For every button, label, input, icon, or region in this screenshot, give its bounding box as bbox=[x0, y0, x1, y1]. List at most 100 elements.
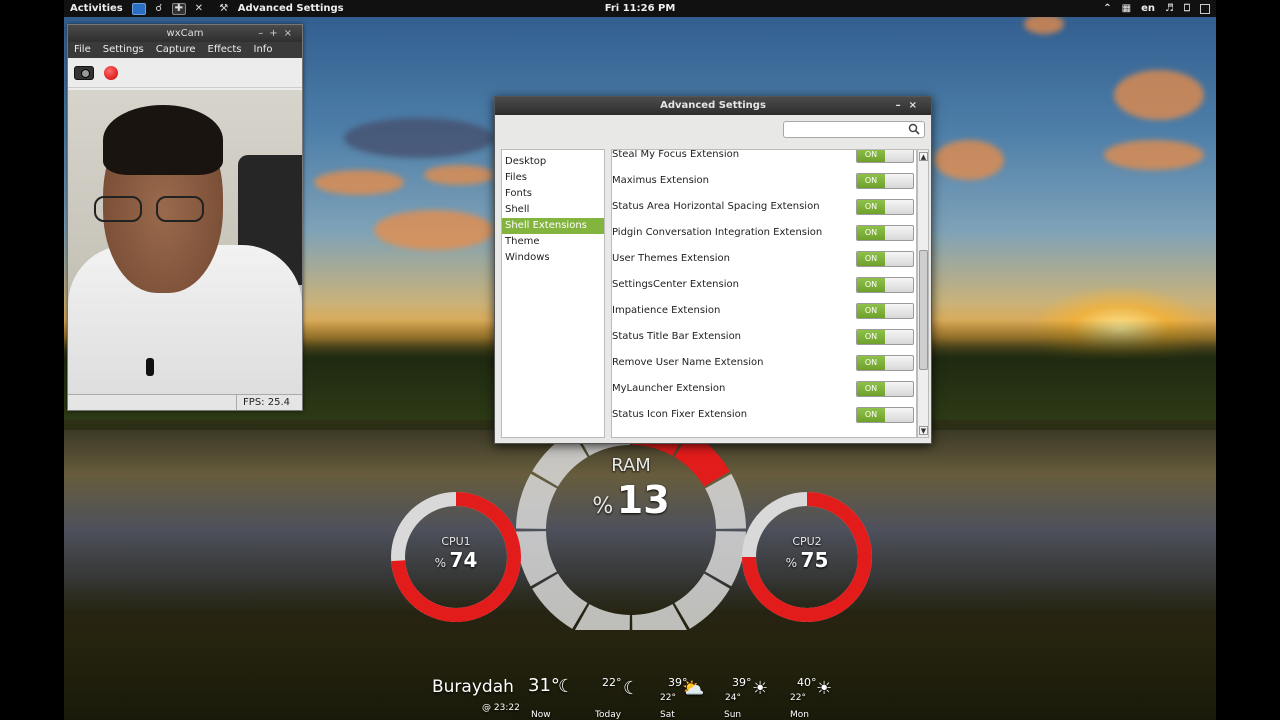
sidebar-item-fonts[interactable]: Fonts bbox=[502, 186, 604, 202]
extension-name: User Themes Extension bbox=[612, 253, 730, 264]
ram-gauge-segment bbox=[516, 473, 558, 530]
menu-capture[interactable]: Capture bbox=[156, 42, 196, 58]
keyboard-layout[interactable]: en bbox=[1141, 3, 1155, 14]
close-icon[interactable]: ✕ bbox=[192, 3, 206, 15]
scroll-down-arrow-icon[interactable]: ▼ bbox=[919, 426, 928, 435]
wxcam-titlebar[interactable]: wxCam –+× bbox=[68, 25, 302, 42]
switch-on-label: ON bbox=[857, 174, 885, 188]
monitor-icon[interactable] bbox=[131, 2, 146, 15]
extension-name: Steal My Focus Extension bbox=[612, 149, 740, 160]
folder-icon[interactable]: ▦ bbox=[1122, 3, 1131, 14]
ram-gauge-segment bbox=[673, 431, 730, 488]
extension-toggle-switch[interactable]: ON bbox=[856, 150, 914, 163]
chevron-up-icon[interactable]: ⌃ bbox=[1103, 3, 1111, 14]
webcam-preview bbox=[68, 90, 302, 394]
cpu1-gauge bbox=[391, 492, 521, 622]
partly-cloudy-icon: ⛅ bbox=[682, 678, 705, 699]
wxcam-statusbar: FPS: 25.4 bbox=[68, 394, 302, 410]
extension-row: User Themes Extension ON bbox=[612, 247, 916, 273]
settings-sidebar: Desktop Files Fonts Shell Shell Extensio… bbox=[501, 149, 605, 438]
network-icon[interactable]: ⎕ bbox=[1184, 3, 1190, 14]
extensions-scrollbar[interactable]: ▲ ▼ bbox=[917, 149, 929, 438]
day-mon-label: Mon bbox=[790, 710, 809, 720]
volume-icon[interactable]: ♬ bbox=[1165, 3, 1174, 14]
extension-name: Status Area Horizontal Spacing Extension bbox=[612, 201, 820, 212]
switch-on-label: ON bbox=[857, 330, 885, 344]
menu-effects[interactable]: Effects bbox=[208, 42, 242, 58]
ram-gauge-segment bbox=[575, 603, 631, 630]
minimize-icon[interactable]: – bbox=[896, 100, 909, 111]
extension-row: Maximus Extension ON bbox=[612, 169, 916, 195]
extension-name: Maximus Extension bbox=[612, 175, 710, 186]
cpu2-gauge bbox=[742, 492, 872, 622]
extension-row: Status Icon Fixer Extension ON bbox=[612, 403, 916, 429]
moon-icon: ☾ bbox=[623, 678, 640, 699]
record-icon[interactable] bbox=[104, 65, 118, 80]
sidebar-item-theme[interactable]: Theme bbox=[502, 234, 604, 250]
ram-gauge-segment bbox=[532, 431, 589, 488]
extension-name: Status Title Bar Extension bbox=[612, 331, 742, 342]
clock[interactable]: Fri 11:26 PM bbox=[605, 3, 676, 14]
sidebar-item-desktop[interactable]: Desktop bbox=[502, 154, 604, 170]
extension-row: MyLauncher Extension ON bbox=[612, 377, 916, 403]
weather-city: Buraydah bbox=[432, 677, 514, 697]
snapshot-camera-icon[interactable] bbox=[74, 65, 94, 80]
extension-row: Status Area Horizontal Spacing Extension… bbox=[612, 195, 916, 221]
search-input[interactable] bbox=[783, 121, 925, 138]
extension-toggle-switch[interactable]: ON bbox=[856, 251, 914, 267]
extension-name: Impatience Extension bbox=[612, 305, 721, 316]
extension-row: Steal My Focus Extension ON bbox=[612, 149, 916, 169]
sidebar-item-shell-extensions[interactable]: Shell Extensions bbox=[502, 218, 604, 234]
day-now-label: Now bbox=[531, 710, 551, 720]
weather-updated: @ 23:22 bbox=[482, 703, 520, 713]
sidebar-item-files[interactable]: Files bbox=[502, 170, 604, 186]
advanced-settings-title: Advanced Settings bbox=[660, 100, 766, 111]
maximize-icon[interactable]: + bbox=[269, 28, 283, 39]
extension-toggle-switch[interactable]: ON bbox=[856, 277, 914, 293]
sidebar-item-windows[interactable]: Windows bbox=[502, 250, 604, 266]
extension-toggle-switch[interactable]: ON bbox=[856, 225, 914, 241]
ram-gauge-segment bbox=[631, 603, 687, 630]
extension-row: SettingsCenter Extension ON bbox=[612, 273, 916, 299]
day-sun-low: 24° bbox=[725, 693, 741, 703]
menu-settings[interactable]: Settings bbox=[103, 42, 144, 58]
switch-on-label: ON bbox=[857, 382, 885, 396]
focused-app-name[interactable]: Advanced Settings bbox=[238, 3, 344, 14]
activities-button[interactable]: Activities bbox=[64, 3, 129, 14]
sun-icon: ☀ bbox=[816, 678, 833, 699]
sun-icon: ☀ bbox=[752, 678, 769, 699]
user-menu-icon[interactable] bbox=[1200, 3, 1210, 14]
extension-toggle-switch[interactable]: ON bbox=[856, 303, 914, 319]
extension-toggle-switch[interactable]: ON bbox=[856, 329, 914, 345]
wxcam-title: wxCam bbox=[166, 28, 204, 39]
weather-now-temp: 31° bbox=[528, 675, 560, 696]
close-icon[interactable]: × bbox=[909, 100, 925, 111]
extension-toggle-switch[interactable]: ON bbox=[856, 407, 914, 423]
advanced-settings-titlebar[interactable]: Advanced Settings –× bbox=[495, 97, 931, 115]
ram-gauge-segment bbox=[704, 473, 746, 530]
extension-toggle-switch[interactable]: ON bbox=[856, 173, 914, 189]
extension-toggle-switch[interactable]: ON bbox=[856, 355, 914, 371]
ram-gauge-segment bbox=[516, 530, 558, 587]
day-sun-high: 39° bbox=[732, 676, 752, 689]
scroll-up-arrow-icon[interactable]: ▲ bbox=[919, 152, 928, 161]
menu-file[interactable]: File bbox=[74, 42, 91, 58]
day-sat-label: Sat bbox=[660, 710, 675, 720]
sidebar-item-shell[interactable]: Shell bbox=[502, 202, 604, 218]
minimize-icon[interactable]: – bbox=[258, 28, 269, 39]
switch-on-label: ON bbox=[857, 226, 885, 240]
advanced-settings-window: Advanced Settings –× Desktop Files Fonts… bbox=[494, 96, 932, 444]
extension-toggle-switch[interactable]: ON bbox=[856, 199, 914, 215]
settings-app-icon[interactable]: ✚ bbox=[171, 2, 186, 15]
ram-gauge-segment bbox=[704, 530, 746, 587]
search-icon[interactable]: ☌ bbox=[152, 3, 166, 15]
extension-toggle-switch[interactable]: ON bbox=[856, 381, 914, 397]
scrollbar-thumb[interactable] bbox=[919, 250, 928, 370]
day-today-label: Today bbox=[595, 710, 622, 720]
switch-on-label: ON bbox=[857, 356, 885, 370]
extension-name: Remove User Name Extension bbox=[612, 357, 764, 368]
close-icon[interactable]: × bbox=[284, 28, 298, 39]
switch-on-label: ON bbox=[857, 200, 885, 214]
switch-on-label: ON bbox=[857, 150, 885, 162]
menu-info[interactable]: Info bbox=[254, 42, 273, 58]
